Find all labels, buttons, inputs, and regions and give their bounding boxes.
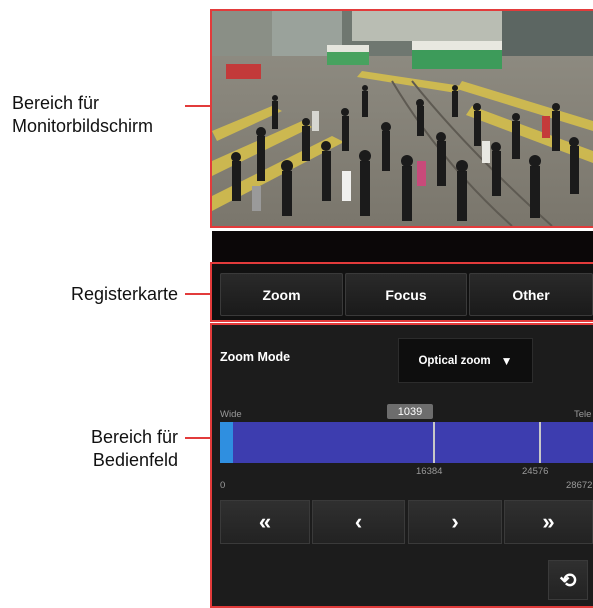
panel-highlight-box (210, 323, 593, 608)
panel-area-label-line1: Bereich für (90, 427, 178, 447)
monitor-highlight-box (210, 9, 593, 228)
tab-area-label-text: Registerkarte (70, 284, 178, 304)
tab-area-label: Registerkarte (20, 283, 178, 306)
panel-leader-line (185, 437, 212, 439)
monitor-area-label: Bereich für Monitorbildschirm (12, 92, 192, 138)
monitor-area-label-line2: Monitorbildschirm (12, 116, 154, 136)
separator-bar (212, 231, 593, 263)
monitor-area-label-line1: Bereich für (12, 93, 100, 113)
panel-area-label-line2: Bedienfeld (92, 450, 178, 470)
monitor-leader-line (185, 105, 212, 107)
tab-leader-line (185, 293, 212, 295)
tab-highlight-box (210, 262, 593, 322)
panel-area-label: Bereich für Bedienfeld (20, 426, 178, 472)
